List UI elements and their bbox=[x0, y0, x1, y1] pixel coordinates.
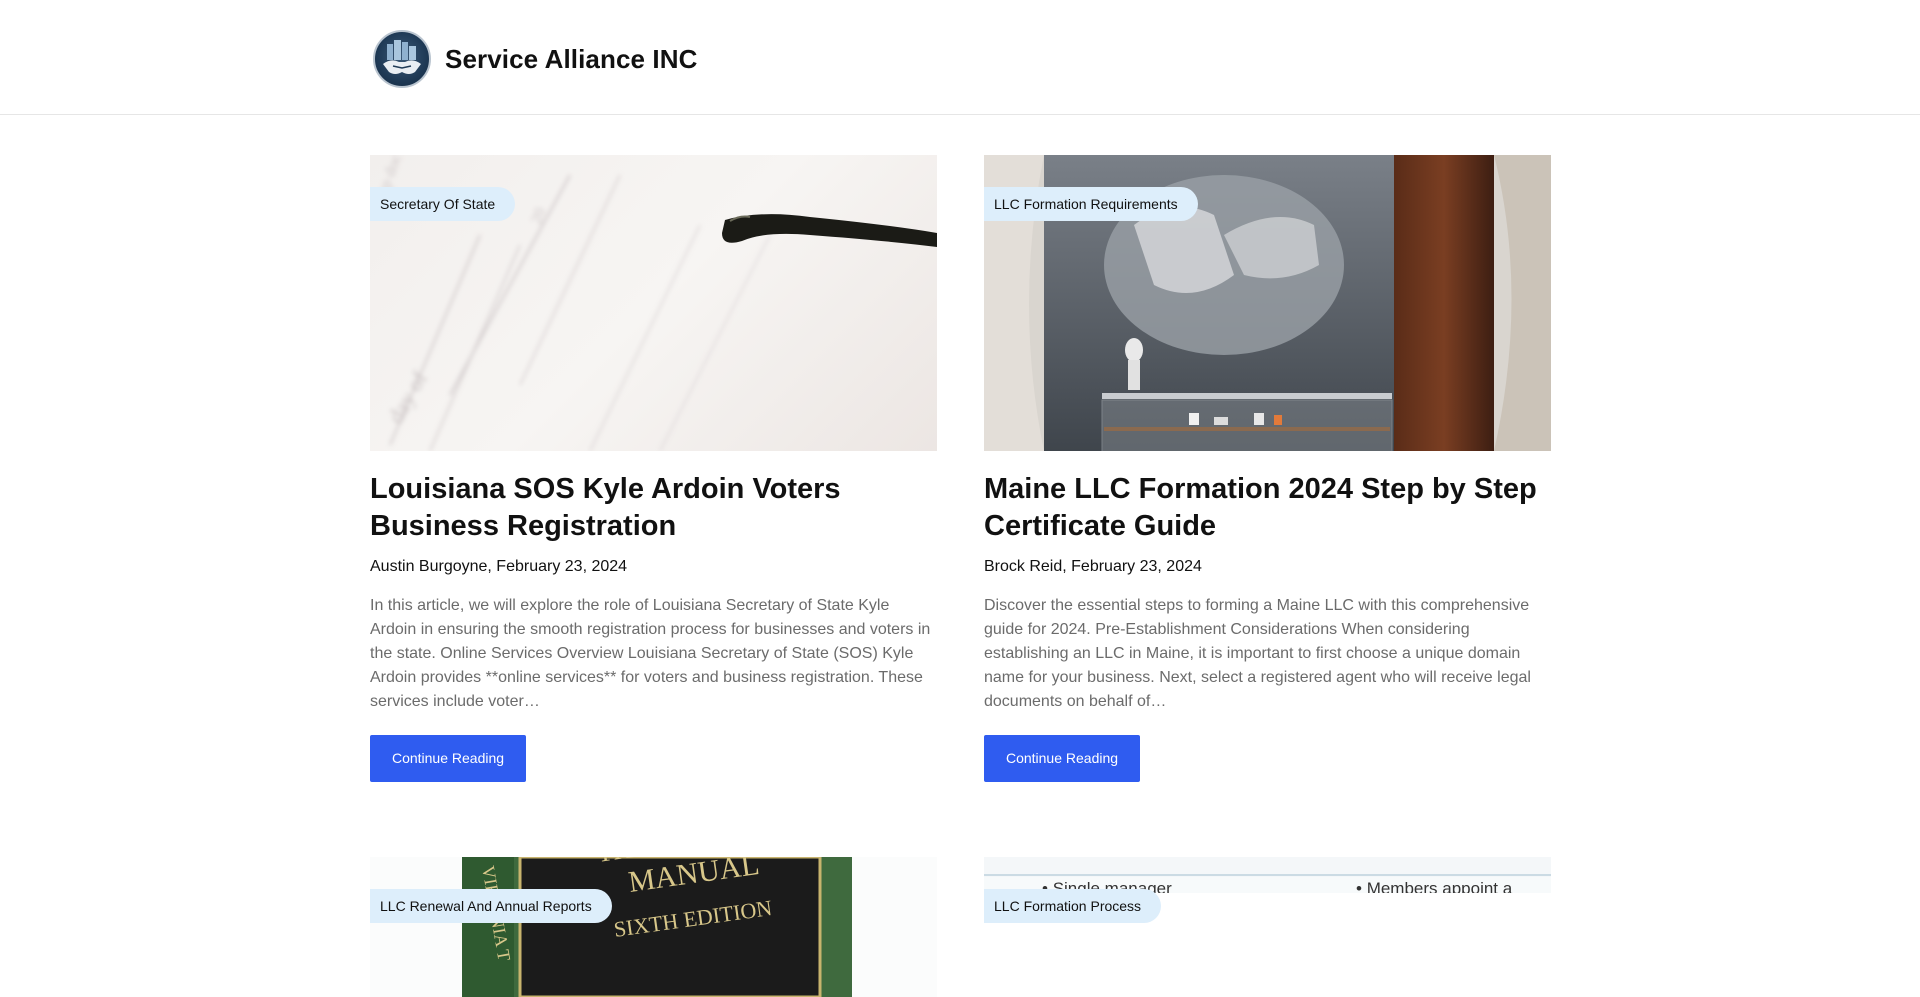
post-title[interactable]: Louisiana SOS Kyle Ardoin Voters Busines… bbox=[370, 471, 937, 545]
post-excerpt: In this article, we will explore the rol… bbox=[370, 597, 931, 710]
post-card: MANUAL SIXTH EDITION TITLE VIRGINIA T LL… bbox=[370, 857, 937, 997]
post-thumbnail[interactable]: LLC Formation Requirements bbox=[984, 155, 1551, 451]
svg-text:20: 20 bbox=[528, 206, 549, 227]
site-brand-link[interactable]: Service Alliance INC bbox=[373, 30, 698, 88]
post-excerpt: Discover the essential steps to forming … bbox=[984, 597, 1531, 710]
post-card: day of 20 comp doc Secretary Of State Lo… bbox=[370, 155, 937, 782]
continue-reading-button[interactable]: Continue Reading bbox=[984, 735, 1140, 782]
svg-text:day of: day of bbox=[383, 366, 433, 427]
post-meta: Brock Reid, February 23, 2024 bbox=[984, 558, 1202, 575]
site-title: Service Alliance INC bbox=[445, 43, 698, 74]
handshake-city-logo-icon bbox=[373, 30, 431, 88]
category-badge[interactable]: LLC Renewal And Annual Reports bbox=[370, 889, 612, 923]
category-badge[interactable]: LLC Formation Process bbox=[984, 889, 1162, 923]
title-manual-book-photo: MANUAL SIXTH EDITION TITLE VIRGINIA T bbox=[462, 857, 852, 997]
post-meta: Austin Burgoyne, February 23, 2024 bbox=[370, 558, 628, 575]
post-title[interactable]: Maine LLC Formation 2024 Step by Step Ce… bbox=[984, 471, 1551, 545]
table-cell-text: • Members appoint a bbox=[1356, 879, 1513, 893]
post-card: LLC Formation Requirements Maine LLC For… bbox=[984, 155, 1551, 782]
post-card: • Single manager • Members appoint a LLC… bbox=[984, 857, 1551, 997]
category-badge[interactable]: Secretary Of State bbox=[370, 187, 516, 221]
table-rule bbox=[984, 874, 1551, 876]
site-header: Service Alliance INC bbox=[0, 0, 1920, 115]
category-badge[interactable]: LLC Formation Requirements bbox=[984, 187, 1198, 221]
post-thumbnail[interactable]: • Single manager • Members appoint a LLC… bbox=[984, 857, 1551, 997]
post-thumbnail[interactable]: day of 20 comp doc Secretary Of State bbox=[370, 155, 937, 451]
continue-reading-button[interactable]: Continue Reading bbox=[370, 735, 526, 782]
post-thumbnail[interactable]: MANUAL SIXTH EDITION TITLE VIRGINIA T LL… bbox=[370, 857, 937, 997]
